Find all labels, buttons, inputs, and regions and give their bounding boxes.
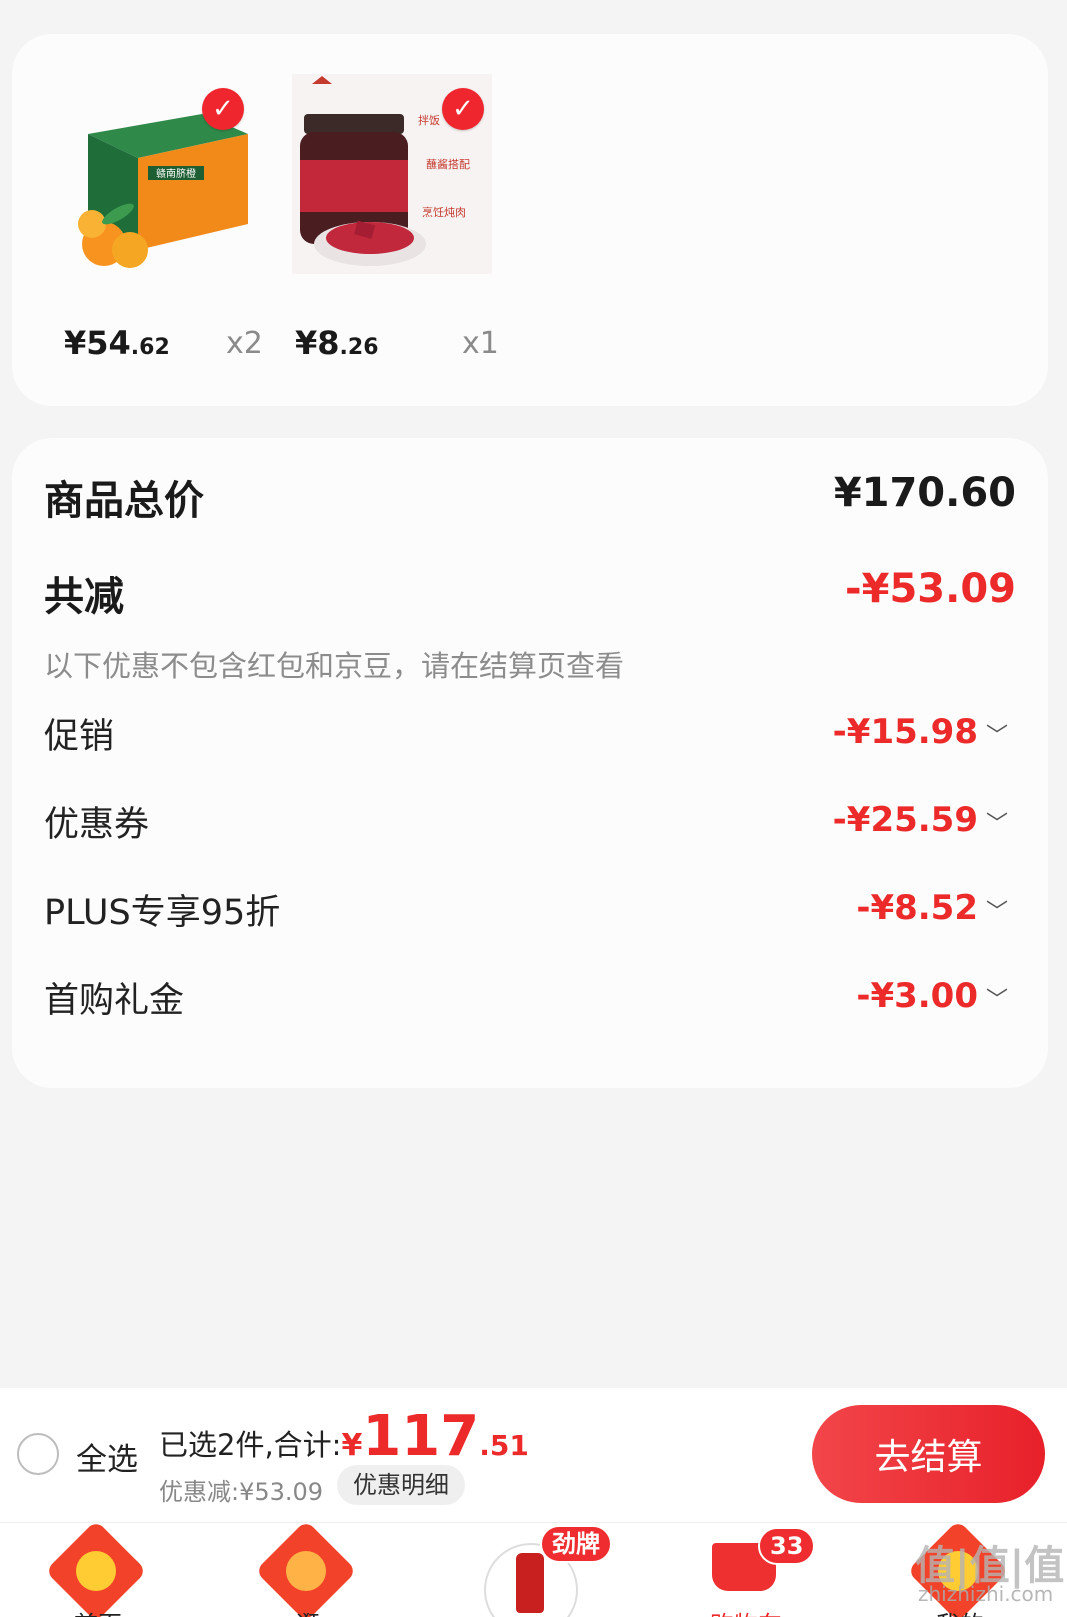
product-price: ¥8.26	[295, 324, 379, 362]
tab-home[interactable]: 首页	[18, 1523, 178, 1617]
svg-text:赣南脐橙: 赣南脐橙	[156, 167, 196, 180]
product-quantity: x1	[462, 326, 499, 361]
price-summary-card: 商品总价 ¥170.60 共减 -¥53.09 以下优惠不包含红包和京豆，请在结…	[12, 438, 1048, 1088]
checkout-bar: 全选 已选2件,合计:¥117.51 优惠减:¥53.09 优惠明细 去结算	[0, 1388, 1067, 1522]
discount-value: -¥8.52	[856, 888, 978, 928]
discount-label: 促销	[44, 717, 115, 757]
tab-cart[interactable]: 33 购物车	[666, 1523, 826, 1617]
home-icon	[45, 1523, 147, 1617]
tab-brand-promo[interactable]: 劲牌	[452, 1523, 612, 1617]
discount-note: 以下优惠不包含红包和京豆，请在结算页查看	[44, 649, 625, 683]
discount-detail-button[interactable]: 优惠明细	[337, 1465, 465, 1505]
tab-label: 购物车	[666, 1605, 826, 1617]
bottom-tab-bar: 首页 逛 劲牌 33 购物车 我的	[0, 1522, 1067, 1617]
total-price-label: 商品总价	[44, 478, 204, 524]
discount-label: 优惠券	[44, 805, 150, 845]
svg-text:蘸酱搭配: 蘸酱搭配	[426, 157, 470, 171]
checked-icon[interactable]: ✓	[202, 88, 244, 130]
explore-icon	[255, 1523, 357, 1617]
chevron-down-icon[interactable]: ﹀	[986, 982, 1008, 1014]
selected-products-card: 赣南脐橙 ✓ ¥54.62 x2 拌饭 蘸酱搭配 烹饪炖肉 ✓ ¥8.26 x1	[12, 34, 1048, 406]
chevron-down-icon[interactable]: ﹀	[986, 806, 1008, 838]
discount-summary: 优惠减:¥53.09	[159, 1478, 324, 1506]
tab-label: 首页	[18, 1605, 178, 1617]
select-all-radio[interactable]	[17, 1433, 59, 1475]
watermark-url: zhizhizhi.com	[918, 1582, 1054, 1606]
chevron-down-icon[interactable]: ﹀	[986, 894, 1008, 926]
checkout-button[interactable]: 去结算	[812, 1405, 1045, 1503]
tab-explore[interactable]: 逛	[228, 1523, 388, 1617]
product-item[interactable]: 赣南脐橙 ✓ ¥54.62 x2	[12, 34, 263, 406]
svg-text:拌饭: 拌饭	[418, 113, 440, 127]
total-price-value: ¥170.60	[833, 470, 1016, 516]
discount-label: PLUS专享95折	[44, 893, 281, 933]
tab-label: 我的	[880, 1605, 1040, 1617]
svg-text:烹饪炖肉: 烹饪炖肉	[422, 205, 466, 219]
promo-badge: 劲牌	[540, 1525, 612, 1563]
select-all-label[interactable]: 全选	[76, 1434, 138, 1479]
cart-count-badge: 33	[758, 1527, 816, 1565]
checked-icon[interactable]: ✓	[442, 88, 484, 130]
product-item[interactable]: 拌饭 蘸酱搭配 烹饪炖肉 ✓ ¥8.26 x1	[252, 34, 499, 406]
discount-value: -¥25.59	[832, 800, 978, 840]
selected-total: 已选2件,合计:¥117.51	[159, 1404, 529, 1469]
discount-label: 首购礼金	[44, 981, 185, 1021]
total-reduction-value: -¥53.09	[845, 566, 1016, 612]
total-reduction-label: 共减	[44, 574, 124, 620]
discount-value: -¥3.00	[856, 976, 978, 1016]
product-price: ¥54.62	[64, 324, 170, 362]
tab-label: 逛	[228, 1605, 388, 1617]
discount-value: -¥15.98	[832, 712, 978, 752]
chevron-down-icon[interactable]: ﹀	[986, 718, 1008, 750]
